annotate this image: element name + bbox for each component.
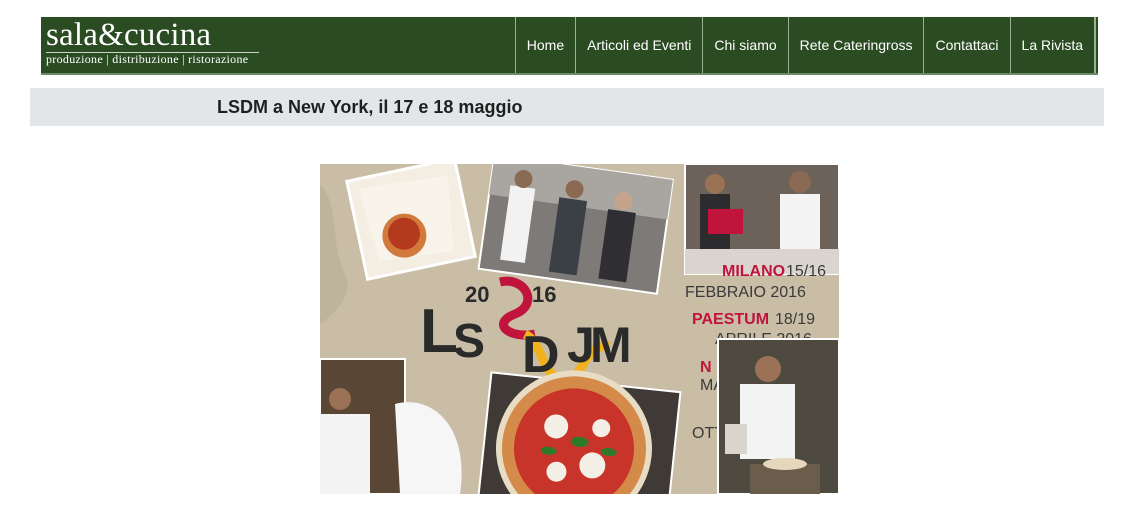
photo-chef-right [717, 338, 839, 494]
event-date: 18/19 [775, 311, 815, 328]
photo-chefs-demo [684, 164, 839, 275]
logo-divider [46, 52, 259, 53]
site-header: sala&cucina produzione | distribuzione |… [41, 17, 1098, 75]
brand-tagline: produzione | distribuzione | ristorazion… [46, 52, 249, 66]
event-date: 15/16 [786, 263, 826, 280]
logo-letter-s: S [453, 315, 485, 368]
site-logo[interactable]: sala&cucina produzione | distribuzione |… [46, 17, 259, 66]
nav-item-home[interactable]: Home [514, 17, 575, 73]
event-collage: 20 16 L S D J M MILANO 15/16 FEBBRAIO 20… [320, 164, 839, 494]
logo-year-left: 20 [465, 282, 489, 307]
hero-image: 20 16 L S D J M MILANO 15/16 FEBBRAIO 20… [320, 164, 839, 494]
page-title: LSDM a New York, il 17 e 18 maggio [217, 97, 523, 117]
event-city: N [700, 359, 712, 376]
main-navigation: Home Articoli ed Eventi Chi siamo Rete C… [514, 17, 1096, 73]
nav-item-contattaci[interactable]: Contattaci [923, 17, 1009, 73]
nav-item-articoli-ed-eventi[interactable]: Articoli ed Eventi [575, 17, 702, 73]
page-title-bar: LSDM a New York, il 17 e 18 maggio [30, 88, 1104, 126]
brand-name: sala&cucina [46, 17, 212, 53]
event-month: FEBBRAIO 2016 [685, 284, 806, 301]
logo-year-right: 16 [532, 282, 556, 307]
nav-item-chi-siamo[interactable]: Chi siamo [702, 17, 787, 73]
event-city: MILANO [722, 263, 785, 280]
event-city: PAESTUM [692, 311, 769, 328]
nav-item-rete-cateringross[interactable]: Rete Cateringross [787, 17, 924, 73]
logo-letter-m: M [590, 317, 632, 373]
photo-pizza-slice [345, 164, 478, 282]
nav-item-la-rivista[interactable]: La Rivista [1009, 17, 1096, 73]
